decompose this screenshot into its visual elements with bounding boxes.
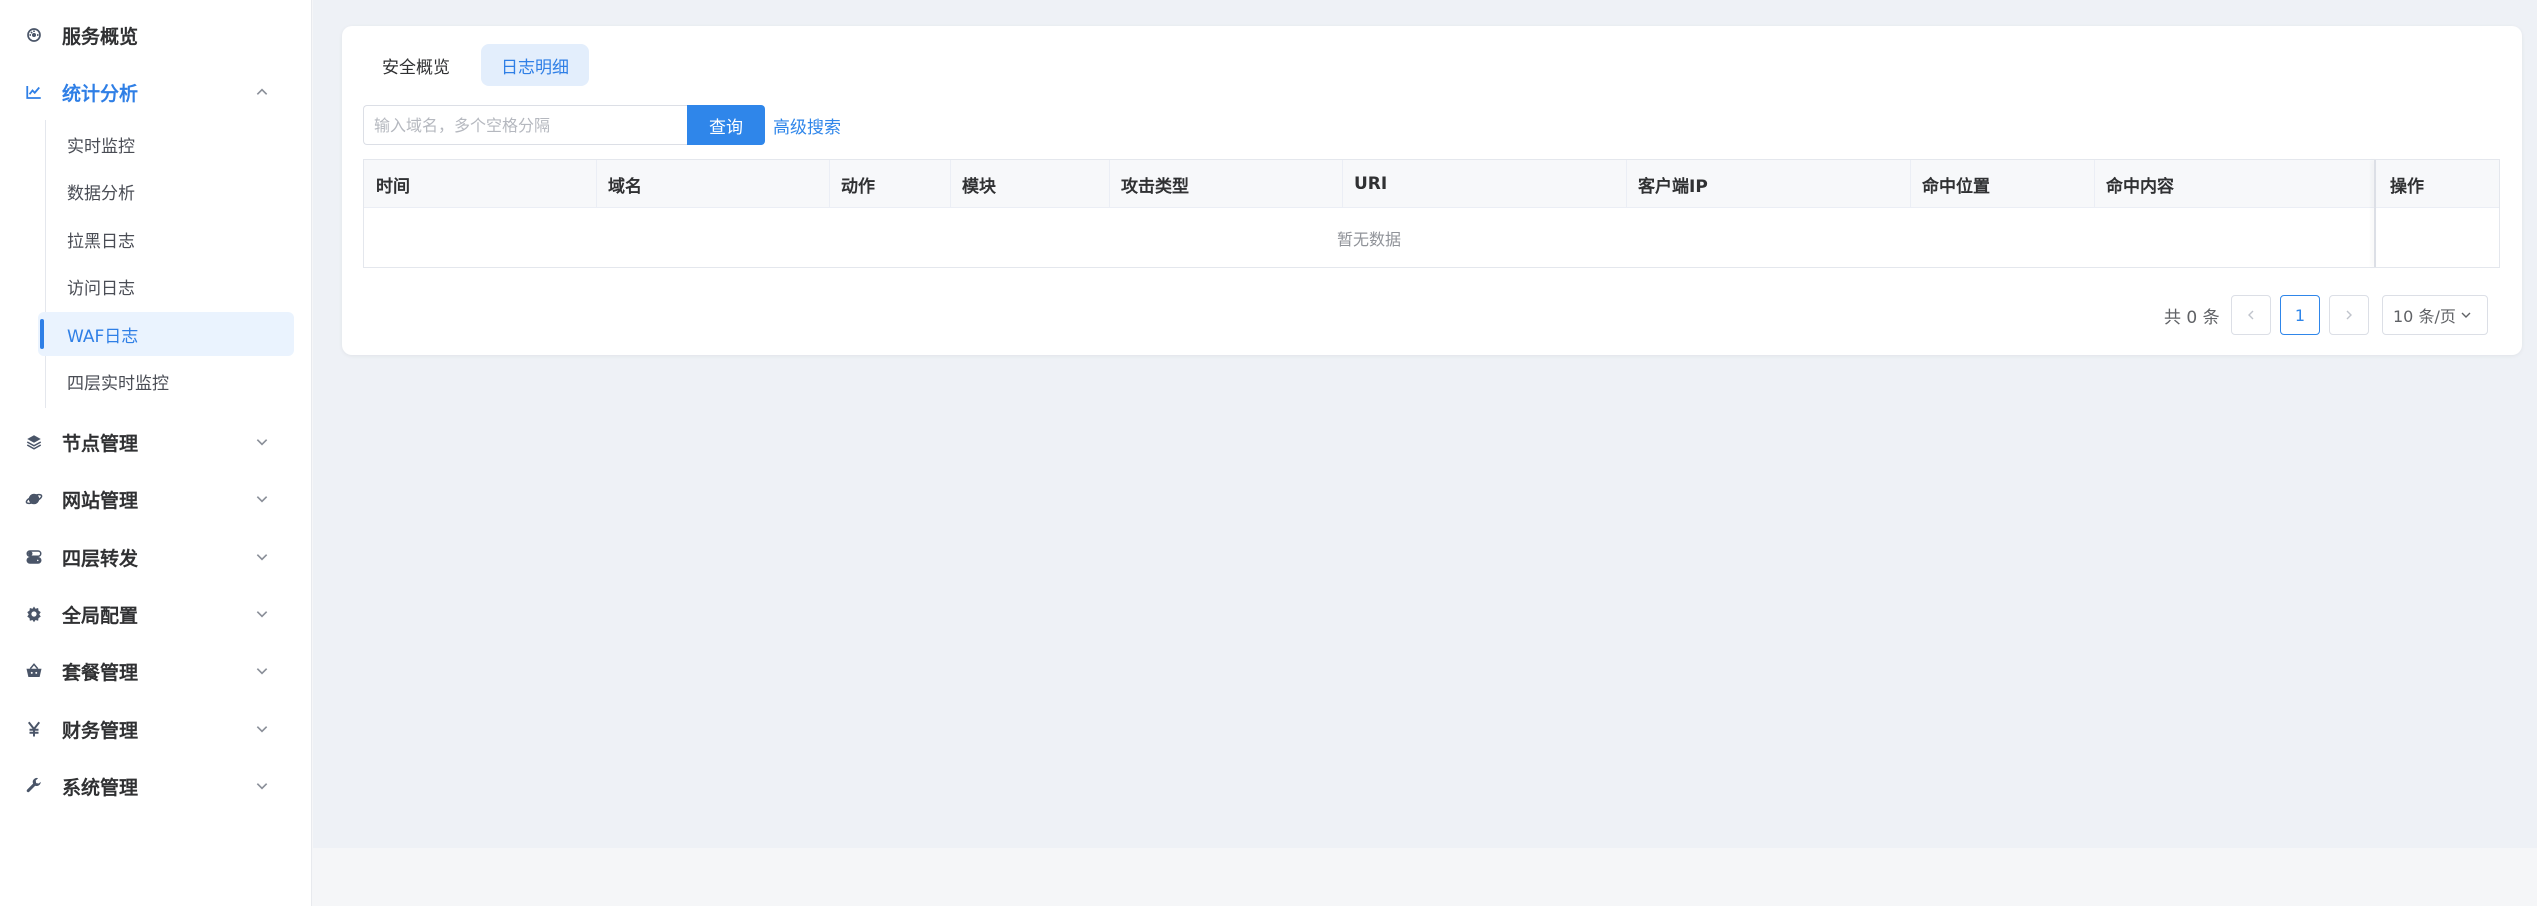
- sidebar-item-finance-management[interactable]: 财务管理: [0, 703, 312, 755]
- sidebar-subitem-label: 拉黑日志: [67, 231, 135, 252]
- switch-icon: [24, 547, 44, 567]
- active-indicator: [40, 319, 44, 349]
- column-header-client-ip[interactable]: 客户端IP: [1626, 160, 1708, 208]
- fixed-column-divider: [2374, 160, 2376, 267]
- sidebar-item-label: 节点管理: [62, 432, 139, 455]
- sidebar-item-label: 网站管理: [62, 489, 139, 512]
- wrench-icon: [24, 776, 44, 796]
- page-number-current[interactable]: 1: [2280, 295, 2320, 335]
- column-header-action[interactable]: 动作: [829, 160, 875, 208]
- chevron-up-icon: [254, 84, 270, 100]
- column-header-domain[interactable]: 域名: [596, 160, 642, 208]
- sidebar-item-label: 财务管理: [62, 719, 139, 742]
- column-header-operation: 操作: [2390, 176, 2424, 197]
- sidebar-item-label: 系统管理: [62, 776, 139, 799]
- column-header-hit-content[interactable]: 命中内容: [2094, 160, 2174, 208]
- advanced-search-link[interactable]: 高级搜索: [773, 105, 841, 145]
- chevron-down-icon: [254, 778, 270, 794]
- column-header-hit-position[interactable]: 命中位置: [1910, 160, 1990, 208]
- page-size-select[interactable]: 10 条/页: [2382, 295, 2488, 335]
- sidebar-subitem-l4-realtime-monitor[interactable]: 四层实时监控: [38, 359, 294, 403]
- chevron-down-icon: [254, 491, 270, 507]
- waf-log-table: 时间 域名 动作 模块 攻击类型 URI 客户端IP 命中位置 命中内容 操作 …: [363, 159, 2500, 268]
- page-size-label: 10 条/页: [2393, 307, 2456, 326]
- sidebar: 服务概览 统计分析 实时监控 数据分析 拉黑日志 访问日志 WAF日志 四层实时…: [0, 0, 312, 906]
- domain-search-input[interactable]: [363, 105, 687, 145]
- sidebar-subitem-blacklist-log[interactable]: 拉黑日志: [38, 217, 294, 261]
- next-page-button[interactable]: [2329, 295, 2369, 335]
- dashboard-icon: [24, 25, 44, 45]
- column-header-time[interactable]: 时间: [364, 160, 410, 208]
- sidebar-subitem-waf-log[interactable]: WAF日志: [38, 312, 294, 356]
- layers-icon: [24, 432, 44, 452]
- chevron-left-icon: [2248, 310, 2254, 320]
- yen-icon: [24, 719, 44, 739]
- chevron-right-icon: [2346, 310, 2352, 320]
- column-header-uri[interactable]: URI: [1342, 160, 1387, 208]
- tab-security-overview[interactable]: 安全概览: [362, 44, 470, 86]
- sidebar-subitem-label: 数据分析: [67, 183, 135, 204]
- sidebar-item-service-overview[interactable]: 服务概览: [0, 9, 312, 61]
- tab-log-details[interactable]: 日志明细: [481, 44, 589, 86]
- sidebar-item-website-management[interactable]: 网站管理: [0, 473, 312, 525]
- sidebar-item-statistics[interactable]: 统计分析: [0, 66, 312, 118]
- query-button[interactable]: 查询: [687, 105, 765, 145]
- sidebar-subitem-realtime-monitor[interactable]: 实时监控: [38, 122, 294, 166]
- sidebar-item-global-config[interactable]: 全局配置: [0, 588, 312, 640]
- table-header: 时间 域名 动作 模块 攻击类型 URI 客户端IP 命中位置 命中内容 操作: [364, 160, 2499, 208]
- column-header-attack-type[interactable]: 攻击类型: [1109, 160, 1189, 208]
- basket-icon: [24, 661, 44, 681]
- planet-icon: [24, 489, 44, 509]
- sidebar-item-label: 全局配置: [62, 604, 139, 627]
- pagination-total: 共 0 条: [2164, 307, 2220, 328]
- waf-log-card: 安全概览 日志明细 查询 高级搜索 时间 域名 动作 模块 攻击类型 URI 客…: [342, 26, 2522, 355]
- sidebar-item-label: 服务概览: [62, 25, 139, 48]
- sidebar-subitem-data-analysis[interactable]: 数据分析: [38, 169, 294, 213]
- sidebar-item-label: 四层转发: [62, 547, 139, 570]
- sidebar-subitem-label: 实时监控: [67, 136, 135, 157]
- chart-icon: [24, 82, 44, 102]
- chevron-down-icon: [254, 434, 270, 450]
- sidebar-item-node-management[interactable]: 节点管理: [0, 416, 312, 468]
- chevron-down-icon: [254, 663, 270, 679]
- sidebar-item-label: 套餐管理: [62, 661, 139, 684]
- sidebar-item-system-management[interactable]: 系统管理: [0, 760, 312, 812]
- chevron-down-icon: [2461, 312, 2471, 318]
- chevron-down-icon: [254, 549, 270, 565]
- prev-page-button[interactable]: [2231, 295, 2271, 335]
- column-header-module[interactable]: 模块: [950, 160, 996, 208]
- chevron-down-icon: [254, 721, 270, 737]
- sidebar-item-label: 统计分析: [62, 82, 139, 105]
- sidebar-item-package-management[interactable]: 套餐管理: [0, 645, 312, 697]
- sidebar-subitem-label: WAF日志: [67, 326, 139, 347]
- sidebar-item-l4-forwarding[interactable]: 四层转发: [0, 531, 312, 583]
- sidebar-subitem-access-log[interactable]: 访问日志: [38, 264, 294, 308]
- sidebar-subitem-label: 四层实时监控: [67, 373, 169, 394]
- sidebar-subitem-label: 访问日志: [67, 278, 135, 299]
- empty-state-text: 暂无数据: [1336, 229, 1401, 249]
- gear-icon: [24, 604, 44, 624]
- chevron-down-icon: [254, 606, 270, 622]
